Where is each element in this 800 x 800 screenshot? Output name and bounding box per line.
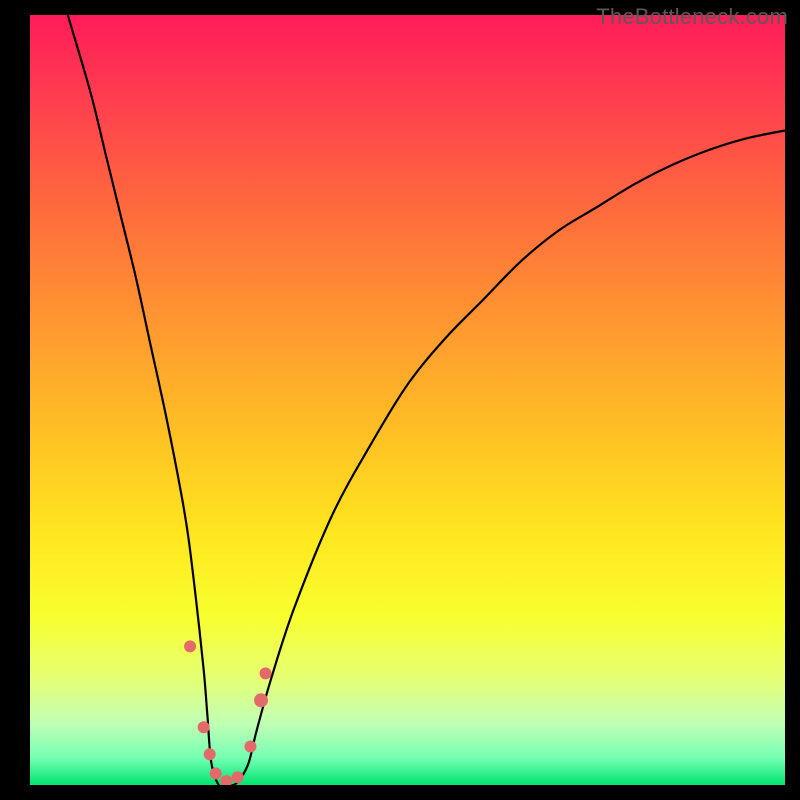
gradient-background — [30, 15, 785, 785]
data-marker — [260, 667, 272, 679]
data-marker — [198, 721, 210, 733]
data-marker — [184, 640, 196, 652]
data-marker — [210, 767, 222, 779]
data-marker — [244, 741, 256, 753]
data-marker — [254, 693, 268, 707]
bottleneck-chart — [30, 15, 785, 785]
chart-frame — [30, 15, 785, 785]
data-marker — [232, 771, 244, 783]
data-marker — [204, 748, 216, 760]
watermark-text: TheBottleneck.com — [596, 4, 788, 30]
